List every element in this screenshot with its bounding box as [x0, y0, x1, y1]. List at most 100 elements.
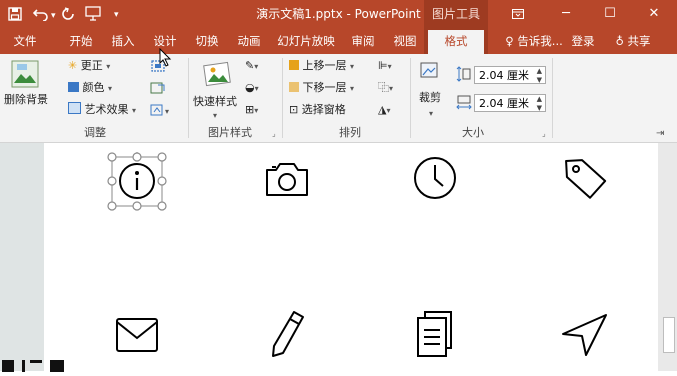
info-icon[interactable]: [106, 152, 168, 212]
tab-review[interactable]: 审阅: [344, 28, 382, 54]
reset-picture-icon[interactable]: ▾: [150, 102, 174, 121]
tab-home[interactable]: 开始: [62, 28, 100, 54]
pencil-border-icon: ✎: [245, 59, 255, 72]
color-button[interactable]: 颜色 ▾: [68, 80, 112, 97]
group-icon: ⿻: [378, 81, 389, 94]
align-icon: ⊫: [378, 59, 388, 72]
send-backward-button[interactable]: 下移一层 ▾: [289, 80, 354, 97]
send-backward-icon: [289, 82, 299, 92]
crop-icon[interactable]: [418, 60, 442, 86]
chevron-down-icon: ▾: [106, 62, 111, 71]
close-icon[interactable]: ✕: [634, 0, 674, 28]
tell-me-box[interactable]: ♀ 告诉我...: [496, 28, 572, 54]
tab-transitions[interactable]: 切换: [188, 28, 226, 54]
scrollbar-thumb[interactable]: [663, 317, 675, 353]
tab-insert[interactable]: 插入: [104, 28, 142, 54]
tab-format[interactable]: 格式: [424, 28, 488, 54]
corrections-label: 更正: [80, 59, 103, 72]
height-icon: [456, 66, 472, 87]
tab-animations[interactable]: 动画: [230, 28, 268, 54]
chevron-down-icon: ▾: [387, 62, 392, 71]
thumbnail-pane[interactable]: [0, 143, 44, 371]
group-label-size: 大小: [462, 126, 484, 139]
artistic-effects-label: 艺术效果: [84, 103, 129, 116]
picture-effects-button[interactable]: ◒▾: [245, 80, 259, 97]
quick-styles-icon[interactable]: [202, 60, 232, 94]
chevron-down-icon[interactable]: ▾: [429, 106, 433, 122]
dialog-launcher-icon[interactable]: ⌟: [272, 126, 276, 142]
sign-in-link[interactable]: 登录: [566, 28, 600, 54]
selection-pane-icon: ⊡: [289, 103, 299, 116]
selection-pane-button[interactable]: ⊡ 选择窗格: [289, 102, 346, 118]
rotate-button[interactable]: ◮▾: [378, 102, 390, 119]
ribbon-panel: 删除背景 ✳ 更正 ▾ 颜色 ▾ 艺术效果 ▾ ▾ 调整 快速样式 ▾ ✎▾ ◒…: [0, 47, 677, 143]
group-separator: [282, 58, 283, 138]
ribbon-display-icon[interactable]: [498, 0, 538, 28]
tab-view[interactable]: 视图: [386, 28, 424, 54]
send-backward-label: 下移一层: [302, 81, 347, 94]
color-label: 颜色: [82, 81, 105, 94]
tab-slideshow[interactable]: 幻灯片放映: [270, 28, 342, 54]
chevron-down-icon[interactable]: ▾: [213, 108, 217, 124]
lightbulb-icon: ♀: [505, 34, 514, 48]
picture-border-button[interactable]: ✎▾: [245, 58, 258, 75]
width-value: 2.04 厘米: [479, 97, 529, 110]
pencil-icon[interactable]: [268, 308, 308, 360]
spin-arrows-icon[interactable]: ▲ ▼: [537, 95, 542, 113]
crop-button[interactable]: 裁剪: [419, 90, 441, 106]
group-label-picture-styles: 图片样式: [208, 126, 252, 139]
artistic-effects-button[interactable]: 艺术效果 ▾: [68, 102, 136, 119]
artistic-effects-icon: [68, 102, 81, 114]
vertical-scrollbar[interactable]: [658, 143, 677, 371]
share-button[interactable]: ♁ 共享: [604, 28, 662, 54]
bring-forward-label: 上移一层: [302, 59, 347, 72]
chevron-down-icon: ▾: [254, 84, 259, 93]
chevron-down-icon: ▾: [389, 84, 394, 93]
chevron-down-icon: ▾: [350, 84, 355, 93]
mail-icon[interactable]: [114, 316, 160, 354]
group-separator: [188, 58, 189, 138]
chevron-down-icon: ▾: [132, 106, 137, 115]
width-icon: [456, 94, 472, 115]
group-separator: [552, 58, 553, 138]
dialog-launcher-icon[interactable]: ⌟: [542, 126, 546, 142]
change-picture-icon[interactable]: [150, 80, 166, 99]
title-bar: ▾ ▾ 演示文稿1.pptx - PowerPoint 图片工具 ─ ☐ ✕: [0, 0, 677, 28]
selection-pane-label: 选择窗格: [301, 103, 346, 116]
color-icon: [68, 82, 79, 92]
tell-me-text: 告诉我...: [517, 34, 563, 48]
pin-ribbon-icon[interactable]: ⇥: [656, 126, 664, 142]
sun-icon: ✳: [68, 59, 78, 72]
mouse-pointer-icon: [158, 47, 172, 72]
tab-file[interactable]: 文件: [6, 28, 44, 54]
tag-icon[interactable]: [561, 154, 609, 202]
svg-text:▾: ▾: [165, 107, 169, 116]
picture-layout-button[interactable]: ⊞▾: [245, 102, 258, 119]
spin-arrows-icon[interactable]: ▲ ▼: [537, 67, 542, 85]
send-icon[interactable]: [560, 312, 610, 358]
group-label-arrange: 排列: [339, 126, 361, 139]
chevron-down-icon: ▾: [386, 106, 391, 115]
maximize-icon[interactable]: ☐: [590, 0, 630, 28]
chevron-down-icon: ▾: [254, 62, 259, 71]
align-button[interactable]: ⊫▾: [378, 58, 392, 75]
clock-icon[interactable]: [412, 155, 458, 201]
width-input[interactable]: 2.04 厘米 ▲ ▼: [474, 94, 546, 112]
height-value: 2.04 厘米: [479, 69, 529, 82]
chevron-down-icon: ▾: [350, 62, 355, 71]
height-input[interactable]: 2.04 厘米 ▲ ▼: [474, 66, 546, 84]
remove-background-button[interactable]: 删除背景: [4, 92, 48, 108]
ribbon-tabs: 文件 开始 插入 设计 切换 动画 幻灯片放映 审阅 视图 格式 ♀ 告诉我..…: [0, 28, 677, 54]
layout-icon: ⊞: [245, 103, 255, 116]
bring-forward-button[interactable]: 上移一层 ▾: [289, 58, 354, 75]
group-objects-button[interactable]: ⿻▾: [378, 80, 393, 97]
chevron-down-icon: ▾: [254, 106, 259, 115]
chevron-down-icon: ▾: [108, 84, 113, 93]
camera-icon[interactable]: [264, 158, 310, 200]
minimize-icon[interactable]: ─: [546, 0, 586, 28]
remove-background-icon[interactable]: [11, 60, 39, 92]
clipboard-icon[interactable]: [413, 308, 457, 360]
tab-format-label: 格式: [428, 30, 484, 54]
effects-icon: ◒: [245, 81, 255, 94]
corrections-button[interactable]: ✳ 更正 ▾: [68, 58, 110, 75]
